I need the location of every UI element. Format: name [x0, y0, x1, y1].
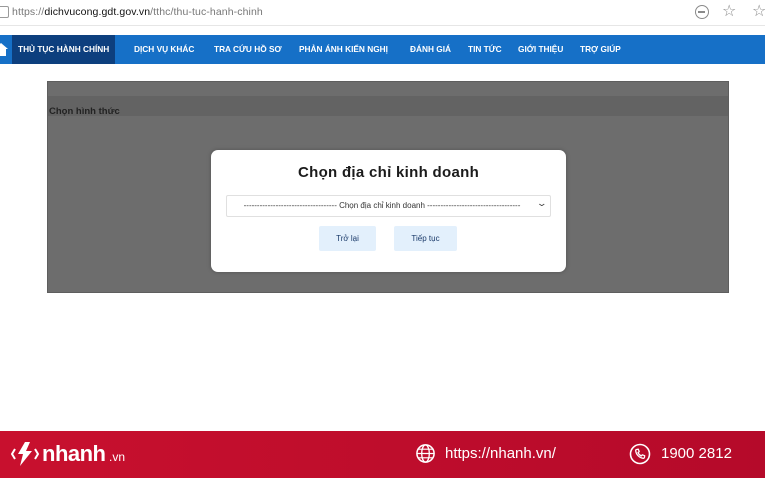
main-navigation: THỦ TỤC HÀNH CHÍNH DỊCH VỤ KHÁC TRA CỨU … — [0, 35, 765, 64]
nav-item-danh-gia[interactable]: ĐÁNH GIÁ — [410, 35, 451, 64]
url-field[interactable]: https://dichvucong.gdt.gov.vn/tthc/thu-t… — [12, 6, 263, 18]
form-header-bar — [48, 96, 728, 116]
back-button[interactable]: Trở lại — [319, 226, 376, 251]
zoom-out-icon[interactable] — [695, 5, 709, 19]
home-icon[interactable] — [0, 43, 8, 57]
business-address-select[interactable]: ----------------------------------- Chọn… — [226, 195, 551, 217]
nav-item-gioi-thieu[interactable]: GIỚI THIỆU — [518, 35, 563, 64]
form-type-label: Chọn hình thức — [49, 106, 120, 117]
nav-item-phan-anh-kien-nghi[interactable]: PHẢN ÁNH KIẾN NGHỊ — [299, 35, 388, 64]
hotline-number[interactable]: 1900 2812 — [661, 445, 732, 462]
browser-address-bar: https://dichvucong.gdt.gov.vn/tthc/thu-t… — [0, 0, 765, 26]
nav-item-tro-giup[interactable]: TRỢ GIÚP — [580, 35, 621, 64]
nav-item-tin-tuc[interactable]: TIN TỨC — [468, 35, 502, 64]
nav-item-tra-cuu-ho-so[interactable]: TRA CỨU HỒ SƠ — [214, 35, 282, 64]
nav-item-dich-vu-khac[interactable]: DỊCH VỤ KHÁC — [134, 35, 194, 64]
website-link[interactable]: https://nhanh.vn/ — [445, 445, 556, 462]
page-icon — [0, 6, 9, 18]
brand-suffix: .vn — [109, 450, 126, 464]
brand-name: nhanh — [42, 441, 106, 466]
continue-button[interactable]: Tiếp tục — [394, 226, 457, 251]
phone-icon — [629, 443, 651, 465]
nhanh-logo-icon — [11, 442, 39, 466]
globe-icon — [416, 444, 435, 463]
dialog-title: Chọn địa chỉ kinh doanh — [297, 164, 480, 181]
business-address-dialog: Chọn địa chỉ kinh doanh ----------------… — [211, 150, 566, 272]
promo-footer: nhanh .vn https://nhanh.vn/ 1900 2812 — [0, 431, 765, 478]
star-icon[interactable]: ☆ — [722, 1, 736, 20]
select-value: ----------------------------------- Chọn… — [243, 201, 521, 210]
chevron-down-icon: ⌄ — [536, 199, 548, 209]
favorites-icon[interactable]: ☆ — [752, 1, 765, 20]
nav-item-thu-tuc-hanh-chinh[interactable]: THỦ TỤC HÀNH CHÍNH — [12, 35, 116, 64]
